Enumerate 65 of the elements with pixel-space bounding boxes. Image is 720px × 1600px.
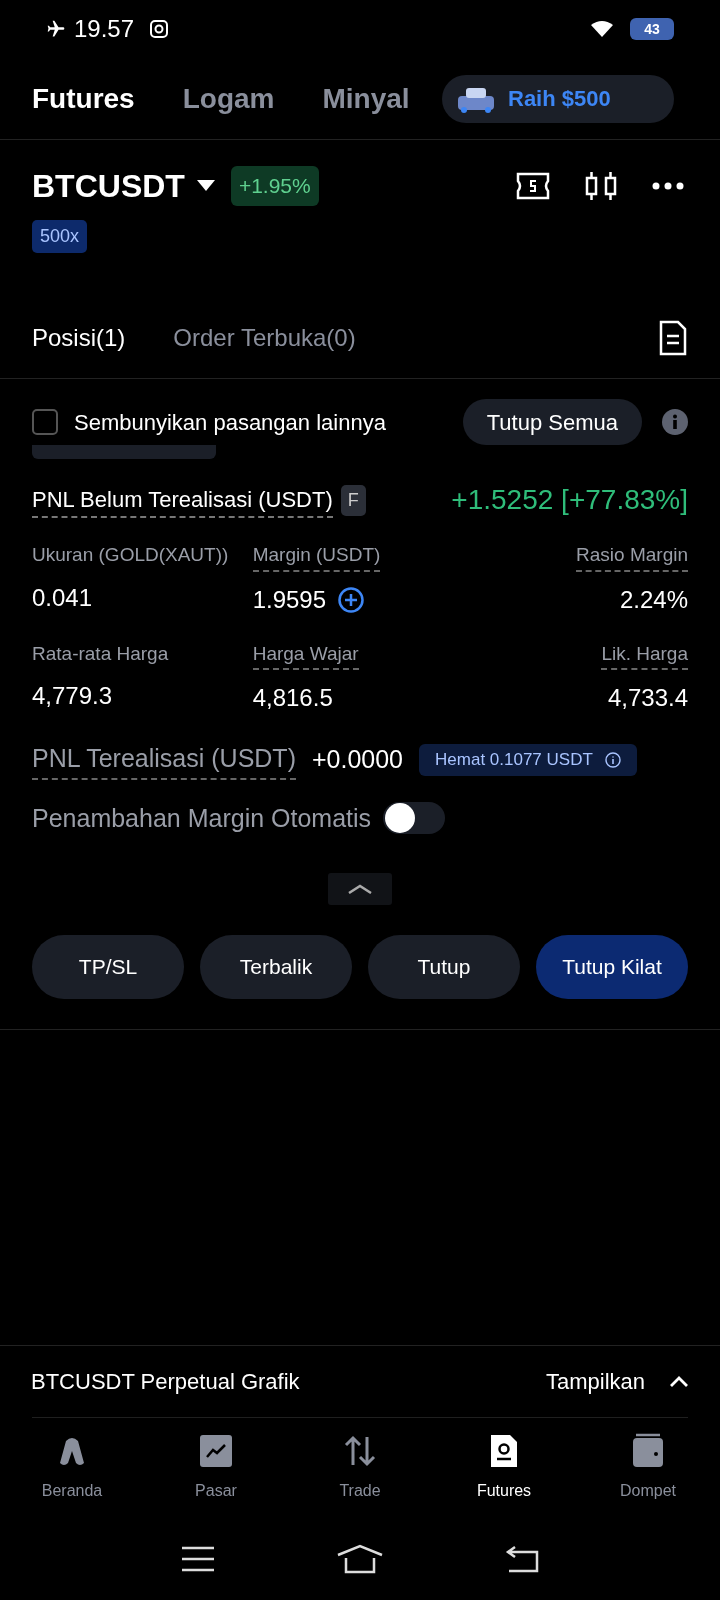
- change-badge: +1.95%: [230, 166, 319, 206]
- saving-badge[interactable]: Hemat 0.1077 USDT: [419, 743, 637, 776]
- stat-value: 4,733.4: [607, 683, 688, 713]
- action-button[interactable]: TP/SL: [32, 935, 184, 999]
- show-chart-button[interactable]: Tampilkan: [545, 1365, 689, 1398]
- fee-badge: F: [340, 484, 366, 516]
- battery-indicator: 43: [630, 18, 674, 40]
- candlestick-icon[interactable]: [584, 170, 618, 202]
- wallet-icon: [630, 1433, 666, 1469]
- auto-margin-label: Penambahan Margin Otomatis: [32, 802, 372, 834]
- stat-label[interactable]: Harga Wajar: [252, 639, 359, 670]
- chevron-up-icon: [348, 884, 372, 894]
- stat-value: 4,779.3: [32, 681, 113, 711]
- chevron-up-icon: [669, 1375, 689, 1388]
- nav-tab[interactable]: Dompet: [576, 1418, 720, 1518]
- document-icon[interactable]: [658, 319, 688, 356]
- nav-tab[interactable]: Beranda: [0, 1418, 144, 1518]
- wifi-icon: [590, 20, 614, 38]
- action-button[interactable]: Tutup: [368, 935, 520, 999]
- position-tab[interactable]: Order Terbuka(0): [173, 319, 356, 356]
- action-button[interactable]: Tutup Kilat: [536, 935, 688, 999]
- stat-label: Rata-rata Harga: [32, 641, 169, 666]
- category-tab[interactable]: Futures: [32, 77, 135, 120]
- stat-label[interactable]: Lik. Harga: [601, 639, 688, 670]
- nav-tab[interactable]: Futures: [432, 1418, 576, 1518]
- nav-tab[interactable]: Trade: [288, 1418, 432, 1518]
- stat-value: 2.24%: [619, 584, 688, 615]
- category-tab[interactable]: Minyal: [322, 77, 410, 120]
- realized-pnl-label[interactable]: PNL Terealisasi (USDT): [32, 740, 296, 780]
- stat-label[interactable]: Rasio Margin: [576, 541, 688, 572]
- ticket-icon[interactable]: [516, 171, 550, 201]
- chart-icon: [198, 1433, 234, 1469]
- stat-value: 0.041: [32, 582, 93, 613]
- unrealized-pnl-label[interactable]: PNL Belum Terealisasi (USDT): [32, 482, 333, 518]
- stat-value: 1.9595: [252, 584, 327, 615]
- collapse-button[interactable]: [328, 873, 392, 905]
- stat-label: Ukuran (GOLD(XAUT)): [32, 543, 229, 567]
- clock-time: 19.57: [74, 14, 135, 44]
- action-button[interactable]: Terbalik: [200, 935, 352, 999]
- stat-label[interactable]: Margin (USDT): [252, 541, 381, 572]
- checkbox-label: Sembunyikan pasangan lainnya: [74, 408, 386, 437]
- toggle-switch[interactable]: [383, 802, 446, 835]
- more-icon[interactable]: [652, 182, 684, 190]
- chart-panel-title: BTCUSDT Perpetual Grafik: [31, 1368, 300, 1396]
- symbol-title[interactable]: BTCUSDT: [32, 162, 185, 210]
- category-tab[interactable]: Logam: [182, 77, 275, 120]
- unrealized-pnl-value: +1.5252 [+77.83%]: [451, 483, 688, 517]
- position-tab[interactable]: Posisi(1): [32, 319, 126, 356]
- promo-button[interactable]: Raih $500: [442, 74, 674, 123]
- airplane-icon: [46, 19, 66, 39]
- add-icon[interactable]: [338, 586, 365, 613]
- checkbox[interactable]: [32, 409, 58, 435]
- info-icon[interactable]: [662, 409, 688, 435]
- back-icon[interactable]: [505, 1545, 540, 1573]
- menu-icon[interactable]: [180, 1546, 215, 1572]
- info-icon: [604, 751, 621, 768]
- stat-value: 4,816.5: [252, 683, 333, 713]
- close-all-button[interactable]: Tutup Semua: [462, 399, 642, 445]
- camera-app-icon: [150, 20, 169, 38]
- leverage-badge: 500x: [32, 220, 88, 253]
- arrows-icon: [342, 1433, 378, 1469]
- nav-tab[interactable]: Pasar: [144, 1418, 288, 1518]
- caret-icon[interactable]: [196, 180, 215, 192]
- home-icon[interactable]: [336, 1544, 384, 1574]
- realized-pnl-value: +0.0000: [311, 744, 404, 775]
